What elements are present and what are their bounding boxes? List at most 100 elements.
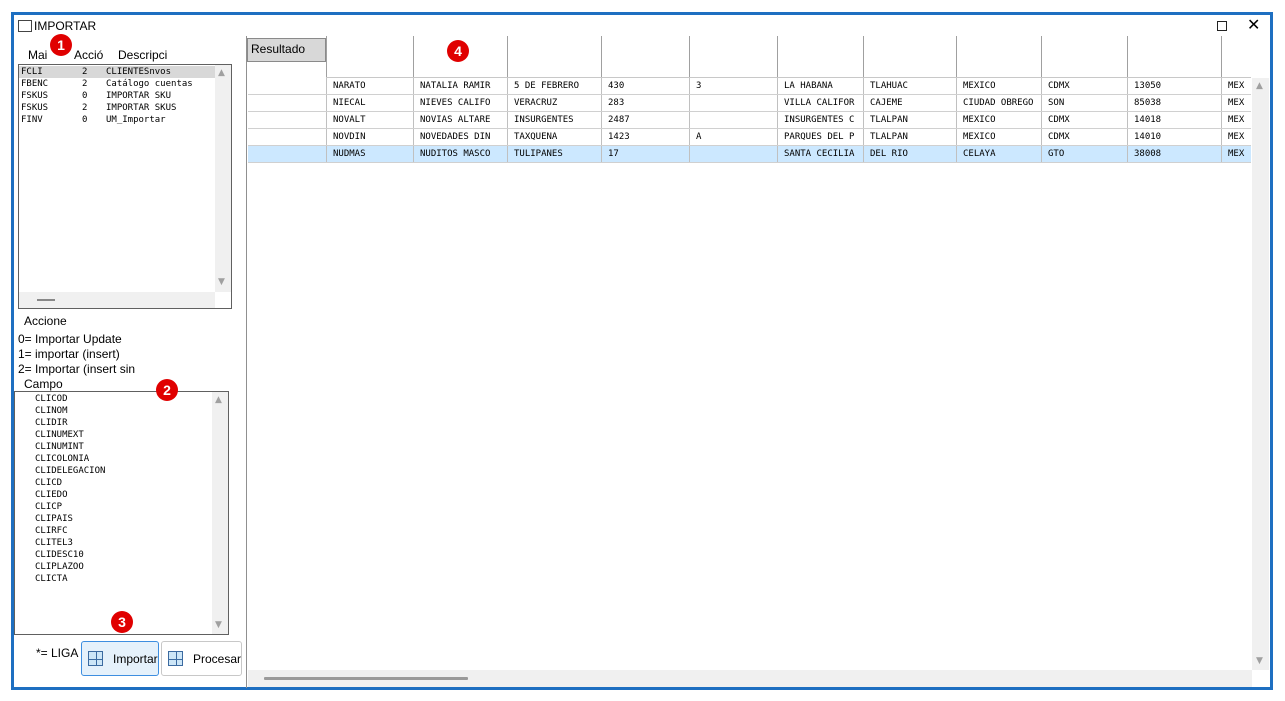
hscroll-thumb[interactable]	[37, 299, 55, 301]
list-item[interactable]: FCLI 2 CLIENTESnvos	[19, 66, 215, 78]
table-cell[interactable]: 85038	[1127, 95, 1221, 111]
table-cell[interactable]: INSURGENTES	[507, 112, 601, 128]
campo-list-vscrollbar[interactable]: ▲ ▼	[212, 392, 228, 634]
campo-item[interactable]: CLINOM	[35, 405, 68, 417]
grid-column-header[interactable]	[326, 36, 413, 78]
table-cell[interactable]: VILLA CALIFOR	[777, 95, 863, 111]
table-cell[interactable]: MEX	[1221, 146, 1251, 162]
campo-item[interactable]: CLIRFC	[35, 525, 68, 537]
table-cell[interactable]: GTO	[1041, 146, 1127, 162]
import-list[interactable]: FCLI 2 CLIENTESnvos FBENC 2 Catálogo cuentas F…	[18, 64, 232, 309]
list-item[interactable]: FSKUS 2 IMPORTAR SKUS	[19, 102, 215, 114]
grid-corner-resultado[interactable]: Resultado	[247, 38, 326, 62]
table-cell[interactable]: MEXICO	[956, 112, 1041, 128]
table-cell[interactable]	[248, 112, 326, 128]
close-icon[interactable]: ✕	[1247, 15, 1260, 34]
grid-column-header[interactable]	[1127, 36, 1221, 78]
table-cell[interactable]: MEXICO	[956, 78, 1041, 94]
table-cell[interactable]: SON	[1041, 95, 1127, 111]
table-row[interactable]: NOVDIN NOVEDADES DIN TAXQUENA 1423 A PARQUES …	[248, 129, 1251, 146]
table-cell[interactable]: 13050	[1127, 78, 1221, 94]
table-cell[interactable]: MEX	[1221, 129, 1251, 145]
table-cell[interactable]: 1423	[601, 129, 689, 145]
table-cell[interactable]: VERACRUZ	[507, 95, 601, 111]
maximize-icon[interactable]	[1217, 21, 1227, 31]
table-cell[interactable]: MEX	[1221, 112, 1251, 128]
scroll-up-icon[interactable]: ▲	[218, 68, 225, 78]
table-cell[interactable]: CELAYA	[956, 146, 1041, 162]
table-cell[interactable]: CDMX	[1041, 129, 1127, 145]
table-row[interactable]: NUDMAS NUDITOS MASCO TULIPANES 17 SANTA CECI…	[248, 146, 1251, 163]
table-cell[interactable]	[248, 129, 326, 145]
grid-column-header[interactable]	[507, 36, 601, 78]
campo-item[interactable]: CLICD	[35, 477, 62, 489]
campo-item[interactable]: CLITEL3	[35, 537, 73, 549]
list-header-accion[interactable]: Acció	[74, 48, 103, 62]
grid-column-header[interactable]	[956, 36, 1041, 78]
import-list-hscrollbar[interactable]	[19, 292, 215, 308]
table-cell[interactable]: TULIPANES	[507, 146, 601, 162]
table-cell[interactable]: NOVEDADES DIN	[413, 129, 507, 145]
table-cell[interactable]: NOVDIN	[326, 129, 413, 145]
table-cell[interactable]: MEX	[1221, 95, 1251, 111]
table-cell[interactable]: CDMX	[1041, 78, 1127, 94]
grid-column-header[interactable]	[863, 36, 956, 78]
table-cell[interactable]: MEX	[1221, 78, 1251, 94]
grid-column-header[interactable]	[1041, 36, 1127, 78]
table-cell[interactable]: PARQUES DEL P	[777, 129, 863, 145]
grid-column-header[interactable]	[601, 36, 689, 78]
table-cell[interactable]: 17	[601, 146, 689, 162]
campo-item[interactable]: CLIDELEGACION	[35, 465, 105, 477]
grid-vscrollbar[interactable]: ▲ ▼	[1252, 78, 1269, 670]
grid-column-header[interactable]	[777, 36, 863, 78]
campo-item[interactable]: CLIPAIS	[35, 513, 73, 525]
table-cell[interactable]	[248, 95, 326, 111]
table-cell[interactable]: 2487	[601, 112, 689, 128]
table-cell[interactable]: TLALPAN	[863, 112, 956, 128]
table-cell[interactable]: NIEVES CALIFO	[413, 95, 507, 111]
table-cell[interactable]: A	[689, 129, 777, 145]
table-cell[interactable]: SANTA CECILIA	[777, 146, 863, 162]
list-item[interactable]: FINV 0 UM_Importar	[19, 114, 215, 126]
table-cell[interactable]: NUDMAS	[326, 146, 413, 162]
table-cell[interactable]: CAJEME	[863, 95, 956, 111]
table-cell[interactable]: INSURGENTES C	[777, 112, 863, 128]
table-cell[interactable]: NOVALT	[326, 112, 413, 128]
list-item[interactable]: FSKUS 0 IMPORTAR SKU	[19, 90, 215, 102]
table-cell[interactable]	[248, 78, 326, 94]
table-cell[interactable]: TLALPAN	[863, 129, 956, 145]
campo-item[interactable]: CLICOLONIA	[35, 453, 89, 465]
campo-item[interactable]: CLICOD	[35, 393, 68, 405]
table-row[interactable]: NARATO NATALIA RAMIR 5 DE FEBRERO 430 3 LA HA…	[248, 78, 1251, 95]
table-cell[interactable]: NUDITOS MASCO	[413, 146, 507, 162]
table-cell[interactable]: 3	[689, 78, 777, 94]
campo-list[interactable]: CLICOD CLINOM CLIDIR CLINUMEXT CLINUMINT CLIC…	[14, 391, 229, 635]
table-cell[interactable]: LA HABANA	[777, 78, 863, 94]
table-cell[interactable]	[689, 95, 777, 111]
scroll-down-icon[interactable]: ▼	[1256, 656, 1263, 666]
grid-hscrollbar[interactable]	[248, 670, 1252, 687]
table-cell[interactable]	[689, 112, 777, 128]
scroll-down-icon[interactable]: ▼	[215, 620, 222, 630]
scroll-down-icon[interactable]: ▼	[218, 277, 225, 287]
table-cell[interactable]: 5 DE FEBRERO	[507, 78, 601, 94]
list-header-descripcion[interactable]: Descripci	[118, 48, 167, 62]
table-cell[interactable]: NATALIA RAMIR	[413, 78, 507, 94]
campo-item[interactable]: CLICP	[35, 501, 62, 513]
table-cell[interactable]: NARATO	[326, 78, 413, 94]
table-cell[interactable]: CIUDAD OBREGO	[956, 95, 1041, 111]
table-cell[interactable]	[248, 146, 326, 162]
table-cell[interactable]: DEL RIO	[863, 146, 956, 162]
table-cell[interactable]: 38008	[1127, 146, 1221, 162]
table-cell[interactable]: 430	[601, 78, 689, 94]
campo-item[interactable]: CLIDESC10	[35, 549, 84, 561]
campo-item[interactable]: CLICTA	[35, 573, 68, 585]
campo-item[interactable]: CLIEDO	[35, 489, 68, 501]
table-cell[interactable]: CDMX	[1041, 112, 1127, 128]
table-cell[interactable]: 14018	[1127, 112, 1221, 128]
importar-button[interactable]: Importar	[81, 641, 159, 676]
table-cell[interactable]	[689, 146, 777, 162]
table-row[interactable]: NIECAL NIEVES CALIFO VERACRUZ 283 VILLA CALI…	[248, 95, 1251, 112]
table-cell[interactable]: 14010	[1127, 129, 1221, 145]
table-cell[interactable]: TLAHUAC	[863, 78, 956, 94]
